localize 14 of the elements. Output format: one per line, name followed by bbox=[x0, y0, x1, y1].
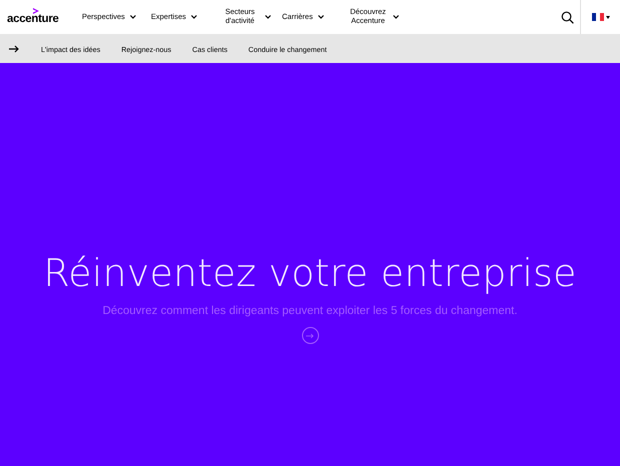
caret-icon bbox=[606, 16, 610, 18]
chevron-down-icon bbox=[130, 15, 136, 19]
hero-title: Réinventez votre entreprise bbox=[43, 251, 577, 295]
chevron-down-icon bbox=[191, 15, 198, 19]
logo[interactable]: accenture bbox=[7, 14, 59, 26]
flag-icon bbox=[592, 13, 604, 21]
search-icon[interactable] bbox=[561, 10, 574, 24]
chevron-down-icon bbox=[393, 15, 399, 19]
chevron-down-icon bbox=[265, 15, 271, 19]
hero-subtitle: Découvrez comment les dirigeants peuvent exploiter les 5 forces du changement. bbox=[102, 305, 518, 317]
arrow-right-icon[interactable] bbox=[9, 45, 19, 53]
arrow-right-icon bbox=[306, 332, 314, 338]
logo-mark-icon bbox=[33, 8, 39, 14]
chevron-down-icon bbox=[318, 15, 324, 19]
